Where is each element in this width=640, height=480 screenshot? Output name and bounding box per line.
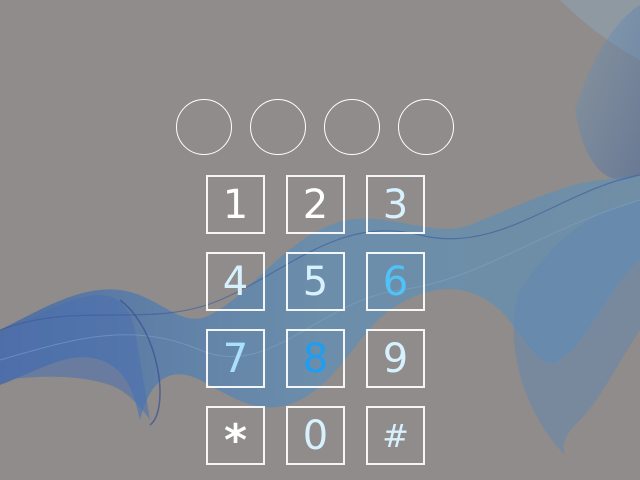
- key-0[interactable]: 0: [286, 406, 345, 465]
- key-4[interactable]: 4: [206, 252, 265, 311]
- key-5[interactable]: 5: [286, 252, 345, 311]
- key-8[interactable]: 8: [286, 329, 345, 388]
- key-star[interactable]: *: [206, 406, 265, 465]
- pin-dot-2: [250, 99, 306, 155]
- pin-dot-4: [398, 99, 454, 155]
- key-9[interactable]: 9: [366, 329, 425, 388]
- key-2[interactable]: 2: [286, 175, 345, 234]
- key-7[interactable]: 7: [206, 329, 265, 388]
- key-3[interactable]: 3: [366, 175, 425, 234]
- pin-dot-1: [176, 99, 232, 155]
- pin-dot-3: [324, 99, 380, 155]
- key-hash[interactable]: #: [366, 406, 425, 465]
- key-6[interactable]: 6: [366, 252, 425, 311]
- key-1[interactable]: 1: [206, 175, 265, 234]
